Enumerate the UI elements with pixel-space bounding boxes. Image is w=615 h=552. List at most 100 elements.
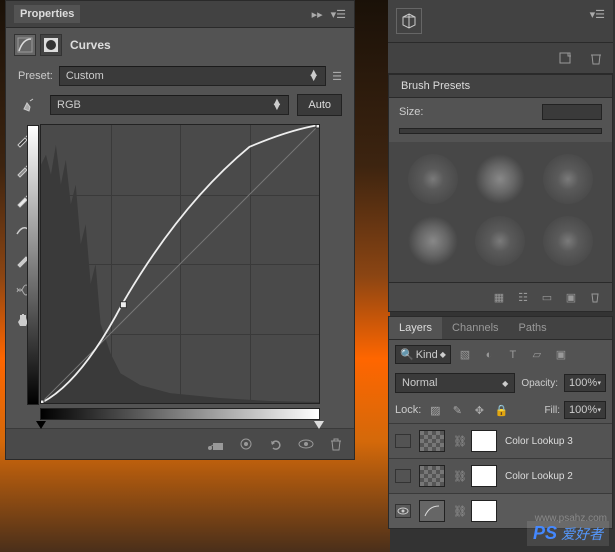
preset-dropdown[interactable]: Custom ▲▼ [59, 66, 326, 86]
lock-row: Lock: ▨ ✎ ✥ 🔒 Fill: 100%▾ [389, 397, 612, 423]
preset-label: Preset: [18, 70, 53, 82]
new-brush-icon[interactable]: ▣ [562, 289, 580, 305]
watermark-logo: PS [533, 523, 557, 544]
lock-pixels-icon[interactable]: ✎ [449, 402, 465, 418]
reset-icon[interactable] [266, 435, 286, 453]
link-icon: ⛓ [453, 505, 463, 518]
properties-tab[interactable]: Properties [14, 5, 80, 23]
channel-dropdown[interactable]: RGB ▲▼ [50, 95, 289, 115]
brush-size-input[interactable] [542, 104, 602, 120]
filter-pixel-icon[interactable]: ▧ [455, 346, 475, 364]
filter-shape-icon[interactable]: ▱ [527, 346, 547, 364]
curves-area [6, 120, 354, 428]
blend-mode-value: Normal [402, 377, 437, 389]
watermark: PS 爱好者 [527, 521, 609, 546]
black-point-slider[interactable] [36, 421, 46, 429]
filter-type-icon[interactable]: T [503, 346, 523, 364]
preset-menu-icon[interactable]: ☰ [332, 70, 342, 83]
output-gradient [27, 125, 39, 405]
brush-preset[interactable] [408, 154, 458, 204]
dropdown-arrows-icon: ◆ [502, 379, 508, 388]
curves-header: Curves [6, 28, 354, 62]
brush-preset-grid [389, 142, 612, 282]
curves-adjustment-icon[interactable] [14, 34, 36, 56]
brush-options-icon[interactable]: ▭ [538, 289, 556, 305]
brush-presets-panel: Brush Presets Size: ▦ ☷ ▭ ▣ [388, 74, 613, 312]
layers-tabs: Layers Channels Paths [389, 317, 612, 340]
opacity-input[interactable]: 100%▾ [564, 374, 606, 392]
preset-row: Preset: Custom ▲▼ ☰ [6, 62, 354, 90]
panel-menu-icon[interactable]: ▾☰ [331, 8, 346, 21]
brush-preset[interactable] [475, 216, 525, 266]
channel-row: RGB ▲▼ Auto [6, 90, 354, 120]
blend-row: Normal ◆ Opacity: 100%▾ [389, 369, 612, 397]
panel-collapse-icon[interactable]: ▸▸ [312, 8, 323, 21]
brush-header[interactable]: Brush Presets [389, 75, 612, 98]
brush-toggle-icon[interactable]: ☷ [514, 289, 532, 305]
brush-size-slider[interactable] [399, 128, 602, 134]
brush-preset[interactable] [475, 154, 525, 204]
blend-mode-dropdown[interactable]: Normal ◆ [395, 373, 515, 393]
filter-smart-icon[interactable]: ▣ [551, 346, 571, 364]
targeted-adjustment-icon[interactable] [18, 95, 42, 115]
layer-mask-thumbnail[interactable] [471, 465, 497, 487]
kind-label: Kind [416, 349, 438, 361]
tab-paths[interactable]: Paths [509, 317, 557, 339]
lock-label: Lock: [395, 404, 421, 416]
layer-thumbnail[interactable] [419, 430, 445, 452]
filter-adjustment-icon[interactable]: ◐ [479, 346, 499, 364]
tab-channels[interactable]: Channels [442, 317, 508, 339]
brush-size-row: Size: [389, 98, 612, 126]
layer-row[interactable]: ⛓ Color Lookup 2 [389, 458, 612, 493]
visibility-icon[interactable] [296, 435, 316, 453]
top-dock-row: ▾☰ [388, 0, 613, 43]
layer-thumbnail[interactable] [419, 500, 445, 522]
3d-icon[interactable] [396, 8, 422, 34]
preset-value: Custom [66, 70, 104, 82]
lock-transparency-icon[interactable]: ▨ [427, 402, 443, 418]
curves-graph[interactable] [40, 124, 320, 404]
properties-panel: Properties ▸▸ ▾☰ Curves Preset: Custom ▲… [5, 0, 355, 460]
channel-value: RGB [57, 99, 81, 111]
trash-icon[interactable] [585, 49, 605, 67]
input-gradient[interactable] [40, 408, 320, 420]
layer-name[interactable]: Color Lookup 2 [505, 471, 573, 482]
tab-layers[interactable]: Layers [389, 317, 442, 339]
lock-all-icon[interactable]: 🔒 [493, 402, 509, 418]
trash-icon[interactable] [326, 435, 346, 453]
layer-thumbnail[interactable] [419, 465, 445, 487]
white-point-slider[interactable] [314, 421, 324, 429]
brush-view-icon[interactable]: ▦ [490, 289, 508, 305]
panel-menu-icon[interactable]: ▾☰ [590, 8, 605, 34]
layer-row[interactable]: ⛓ Color Lookup 3 [389, 423, 612, 458]
visibility-toggle[interactable] [395, 434, 411, 448]
brush-preset[interactable] [543, 216, 593, 266]
brush-footer: ▦ ☷ ▭ ▣ [389, 282, 612, 311]
auto-button[interactable]: Auto [297, 94, 342, 116]
brush-preset[interactable] [408, 216, 458, 266]
filter-kind-dropdown[interactable]: 🔍Kind◆ [395, 345, 451, 364]
trash-icon[interactable] [586, 289, 604, 305]
opacity-label: Opacity: [521, 378, 558, 389]
clip-to-layer-icon[interactable] [206, 435, 226, 453]
layer-filter-row: 🔍Kind◆ ▧ ◐ T ▱ ▣ [389, 340, 612, 369]
properties-header[interactable]: Properties ▸▸ ▾☰ [6, 1, 354, 28]
right-panels: ▾☰ Brush Presets Size: ▦ ☷ ▭ ▣ [388, 0, 613, 529]
brush-preset[interactable] [543, 154, 593, 204]
curves-title: Curves [70, 38, 111, 52]
layer-mask-thumbnail[interactable] [471, 430, 497, 452]
link-icon: ⛓ [453, 470, 463, 483]
visibility-toggle[interactable] [395, 469, 411, 483]
mask-icon[interactable] [40, 34, 62, 56]
fill-input[interactable]: 100%▾ [564, 401, 606, 419]
view-previous-icon[interactable] [236, 435, 256, 453]
lock-position-icon[interactable]: ✥ [471, 402, 487, 418]
dock-row-2 [388, 43, 613, 74]
layer-name[interactable]: Color Lookup 3 [505, 436, 573, 447]
link-icon: ⛓ [453, 435, 463, 448]
new-doc-icon[interactable] [555, 49, 575, 67]
visibility-toggle[interactable] [395, 504, 411, 518]
brush-presets-tab[interactable]: Brush Presets [397, 78, 474, 94]
layer-mask-thumbnail[interactable] [471, 500, 497, 522]
curve-path[interactable] [41, 125, 319, 403]
